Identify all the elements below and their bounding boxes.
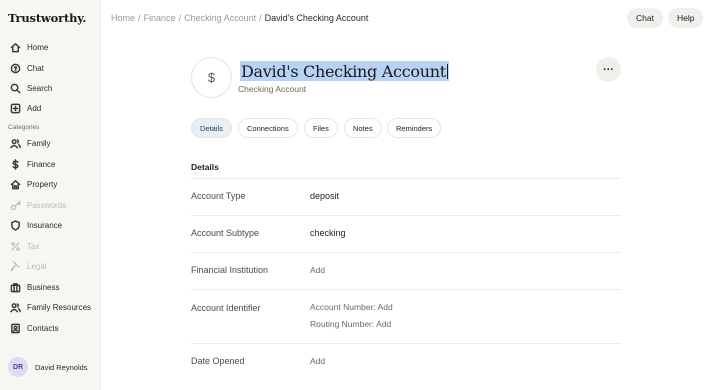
sidebar: Trustworthy. Home Chat Search Add Catego… (0, 0, 101, 390)
shield-icon (10, 219, 21, 231)
account-subtype-label: Account Subtype (191, 228, 260, 238)
tab-notes[interactable]: Notes (344, 118, 382, 138)
tab-connections[interactable]: Connections (238, 118, 298, 138)
category-legal[interactable]: Legal (0, 256, 100, 276)
more-options-button[interactable]: ... (596, 57, 621, 82)
category-passwords[interactable]: Passwords (0, 195, 100, 215)
breadcrumb-home[interactable]: Home (111, 13, 135, 23)
divider (191, 215, 621, 216)
category-tax[interactable]: Tax (0, 236, 100, 256)
more-icon: ... (603, 60, 614, 73)
divider (191, 289, 621, 290)
category-contacts-label: Contacts (27, 323, 59, 333)
people-icon (10, 138, 21, 149)
category-insurance-label: Insurance (27, 220, 63, 230)
nav-chat-label: Chat (27, 63, 44, 73)
chat-icon (10, 63, 21, 74)
category-finance[interactable]: Finance (0, 154, 100, 174)
home-icon (10, 42, 21, 53)
financial-institution-add-link[interactable]: Add (310, 265, 325, 275)
home-icon (10, 179, 21, 190)
add-icon (10, 103, 21, 114)
account-subtype-value[interactable]: checking (310, 228, 346, 238)
breadcrumb-current: David's Checking Account (264, 13, 369, 23)
nav-chat[interactable]: Chat (0, 58, 100, 78)
dollar-icon (10, 158, 21, 170)
user-name: David Reynolds (35, 362, 88, 372)
page-subtitle: Checking Account (238, 84, 307, 94)
nav-add[interactable]: Add (0, 98, 100, 118)
page-title[interactable]: David's Checking Account (241, 62, 446, 81)
date-opened-add-link[interactable]: Add (310, 356, 325, 366)
title-selection[interactable]: David's Checking Account (240, 61, 449, 81)
divider (191, 252, 621, 253)
date-opened-label: Date Opened (191, 356, 245, 366)
category-property[interactable]: Property (0, 174, 100, 194)
nav-home-label: Home (27, 42, 49, 52)
key-icon (10, 200, 21, 211)
briefcase-icon (10, 282, 21, 293)
routing-number-add-link[interactable]: Routing Number: Add (310, 319, 391, 329)
tab-reminders[interactable]: Reminders (387, 118, 442, 138)
nav-search[interactable]: Search (0, 78, 100, 98)
account-identifier-label: Account Identifier (191, 303, 261, 313)
tab-files[interactable]: Files (304, 118, 338, 138)
avatar: DR (8, 357, 28, 377)
category-contacts[interactable]: Contacts (0, 318, 100, 338)
category-legal-label: Legal (27, 261, 47, 271)
category-business[interactable]: Business (0, 277, 100, 297)
text-caret (446, 63, 448, 79)
gavel-icon (10, 260, 21, 272)
app-logo[interactable]: Trustworthy. (8, 11, 86, 25)
breadcrumb-separator: / (138, 13, 141, 23)
dollar-icon: $ (191, 57, 232, 98)
category-tax-label: Tax (27, 241, 40, 251)
category-family[interactable]: Family (0, 133, 100, 153)
breadcrumb-separator: / (259, 13, 262, 23)
categories-label: Categories (8, 124, 40, 131)
help-button[interactable]: Help (668, 8, 704, 28)
tab-details[interactable]: Details (191, 118, 232, 138)
divider (191, 178, 621, 179)
category-business-label: Business (27, 282, 60, 292)
category-property-label: Property (27, 179, 58, 189)
breadcrumb-checking-account[interactable]: Checking Account (184, 13, 256, 23)
search-icon (10, 83, 21, 94)
divider (191, 343, 621, 344)
breadcrumb-separator: / (178, 13, 182, 23)
category-passwords-label: Passwords (27, 200, 67, 210)
category-family-label: Family (27, 138, 51, 148)
nav-search-label: Search (27, 83, 53, 93)
user-profile[interactable]: DR David Reynolds (8, 357, 88, 377)
category-family-resources[interactable]: Family Resources (0, 297, 100, 317)
breadcrumb-finance[interactable]: Finance (144, 13, 176, 23)
chat-button[interactable]: Chat (627, 8, 663, 28)
account-type-label: Account Type (191, 191, 246, 201)
category-insurance[interactable]: Insurance (0, 215, 100, 235)
category-family-resources-label: Family Resources (27, 302, 92, 312)
details-section-title: Details (191, 162, 219, 172)
people-icon (10, 302, 21, 313)
contacts-icon (10, 323, 21, 334)
percent-icon (10, 241, 21, 252)
nav-home[interactable]: Home (0, 37, 100, 57)
account-type-value[interactable]: deposit (310, 191, 339, 201)
account-number-add-link[interactable]: Account Number: Add (310, 302, 393, 312)
breadcrumb: Home / Finance / Checking Account / David's Ch… (111, 13, 368, 23)
nav-add-label: Add (27, 103, 42, 113)
category-finance-label: Finance (27, 159, 56, 169)
financial-institution-label: Financial Institution (191, 265, 269, 275)
